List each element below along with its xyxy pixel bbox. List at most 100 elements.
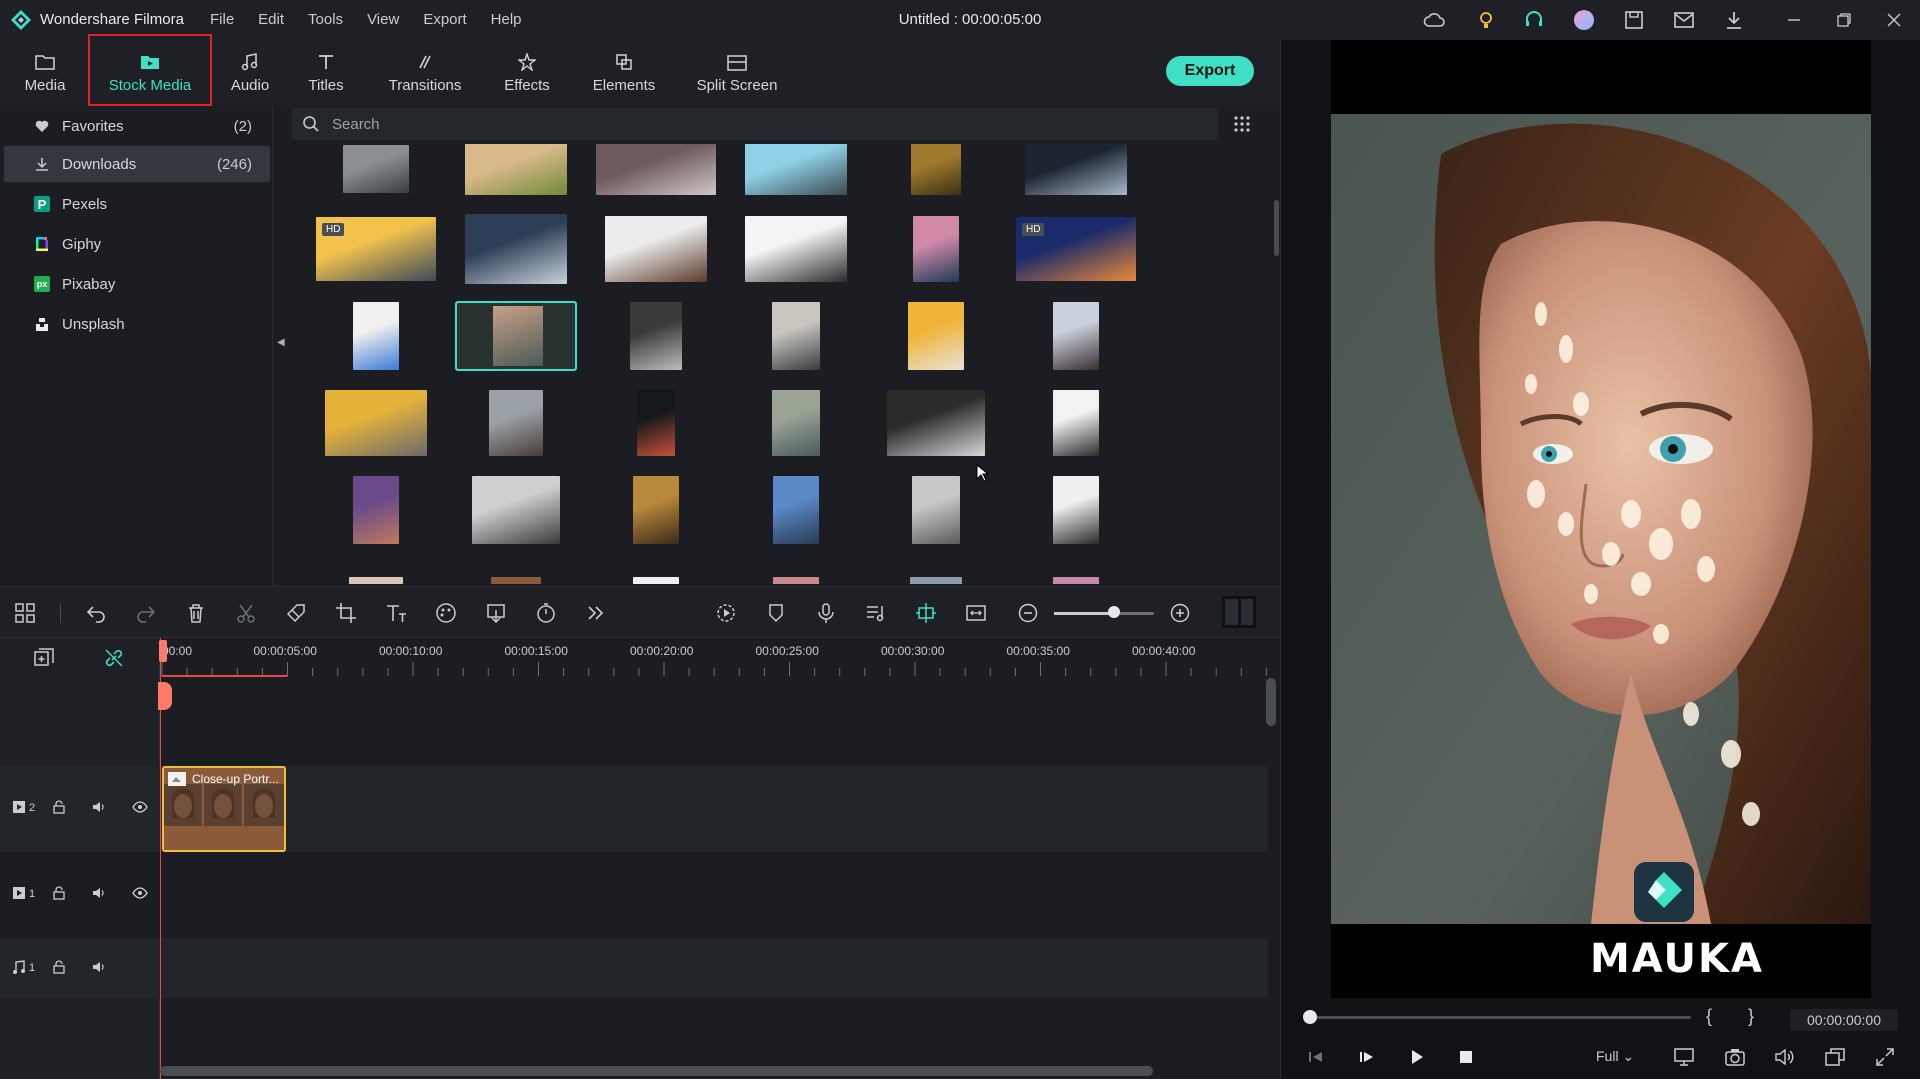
lock-icon[interactable] [52, 800, 92, 817]
marker-icon[interactable] [764, 601, 788, 625]
thumb-city-street[interactable] [489, 390, 543, 456]
tag-icon[interactable] [284, 601, 308, 625]
thumb-camera-hands[interactable] [772, 302, 820, 370]
thumb-motion-crowd[interactable] [472, 476, 560, 544]
thumb-dark-figure[interactable] [1025, 144, 1127, 195]
pip-icon[interactable] [1824, 1046, 1846, 1068]
thumb-portrait-woman[interactable] [455, 301, 577, 371]
thumb-row6-d[interactable] [773, 577, 819, 584]
display-icon[interactable] [1673, 1046, 1695, 1068]
cut-icon[interactable] [234, 601, 258, 625]
menu-tools[interactable]: Tools [308, 11, 343, 28]
redo-icon[interactable] [134, 601, 158, 625]
close-icon[interactable] [1882, 8, 1906, 32]
link-icon[interactable] [102, 646, 126, 670]
speaker-icon[interactable] [92, 960, 132, 977]
thumb-blurred-object[interactable] [596, 144, 716, 195]
grid-view-icon[interactable] [1232, 114, 1252, 134]
bulb-icon[interactable] [1474, 8, 1498, 32]
cloud-icon[interactable] [1422, 8, 1446, 32]
timeline-ruler[interactable]: 00:00 00:00:05:00 00:00:10:00 00:00:15:00 00… [160, 638, 1268, 680]
zoom-slider-knob[interactable] [1108, 606, 1120, 618]
menu-file[interactable]: File [210, 11, 234, 28]
delete-icon[interactable] [184, 601, 208, 625]
timeline-horizontal-scrollbar[interactable] [160, 1066, 1153, 1076]
thumb-autumn-trees[interactable] [911, 144, 961, 195]
more-icon[interactable] [584, 601, 608, 625]
thumb-row6-c[interactable] [633, 577, 679, 584]
thumb-tshirt-man[interactable] [1053, 390, 1099, 456]
thumb-yellow-dress[interactable] [908, 302, 964, 370]
thumb-woman-boots[interactable] [353, 476, 399, 544]
media-grid-scrollbar[interactable] [1274, 200, 1279, 256]
thumb-forest-dancer[interactable] [887, 390, 985, 456]
thumb-building-night[interactable] [1053, 302, 1099, 370]
sidebar-item-downloads[interactable]: Downloads (246) [4, 146, 270, 182]
speaker-icon[interactable] [92, 886, 132, 903]
render-icon[interactable] [714, 601, 738, 625]
play-frame-icon[interactable] [1356, 1046, 1378, 1068]
headset-icon[interactable] [1522, 8, 1546, 32]
speaker-icon[interactable] [92, 800, 132, 817]
zoom-out-icon[interactable] [1016, 601, 1040, 625]
thumb-woman-smiling[interactable] [465, 144, 567, 195]
tab-media[interactable]: Media [14, 40, 76, 106]
add-track-icon[interactable] [32, 646, 56, 670]
zoom-slider[interactable] [1054, 612, 1154, 615]
snap-icon[interactable] [914, 601, 938, 625]
thumb-girl-hat-bw[interactable] [1053, 476, 1099, 544]
tab-effects[interactable]: Effects [492, 40, 562, 106]
thumb-surfer-sunset[interactable]: HD [316, 217, 436, 281]
mail-icon[interactable] [1672, 8, 1696, 32]
thumb-couple-bench[interactable] [772, 390, 820, 456]
thumb-cassette[interactable] [745, 216, 847, 282]
panel-layout-button[interactable] [1222, 596, 1256, 628]
lock-icon[interactable] [52, 960, 92, 977]
playback-scrubber[interactable] [1311, 1016, 1691, 1019]
thumb-street-sign-bw[interactable] [630, 302, 682, 370]
stop-icon[interactable] [1455, 1046, 1477, 1068]
eye-icon[interactable] [132, 887, 172, 902]
menu-view[interactable]: View [367, 11, 399, 28]
thumb-desk-monitor[interactable] [465, 214, 567, 284]
playhead-handle[interactable] [159, 640, 167, 662]
zoom-in-icon[interactable] [1168, 601, 1192, 625]
thumb-yellow-beetle[interactable] [325, 390, 427, 456]
microphone-icon[interactable] [814, 601, 838, 625]
volume-icon[interactable] [1774, 1046, 1796, 1068]
thumb-kaleidoscope[interactable]: HD [1016, 217, 1136, 281]
mark-out-button[interactable]: } [1748, 1006, 1754, 1027]
tab-titles[interactable]: Titles [296, 40, 356, 106]
thumb-microphone[interactable] [745, 144, 847, 195]
thumb-two-women[interactable] [353, 302, 399, 370]
sidebar-item-pixabay[interactable]: px Pixabay [4, 266, 270, 302]
mask-icon[interactable] [484, 601, 508, 625]
sidebar-item-giphy[interactable]: Giphy [4, 226, 270, 262]
thumb-woman-plant[interactable] [633, 476, 679, 544]
previous-frame-icon[interactable] [1305, 1046, 1327, 1068]
speed-icon[interactable] [534, 601, 558, 625]
search-input[interactable] [332, 112, 1192, 136]
thumb-underwater-diver[interactable] [913, 216, 959, 282]
fit-icon[interactable] [964, 601, 988, 625]
quality-select[interactable]: Full ⌄ [1596, 1048, 1634, 1065]
fullscreen-icon[interactable] [1874, 1046, 1896, 1068]
color-icon[interactable] [434, 601, 458, 625]
menu-export[interactable]: Export [423, 11, 466, 28]
tab-stock-media[interactable]: Stock Media [94, 40, 206, 106]
tab-transitions[interactable]: Transitions [378, 40, 472, 106]
export-button[interactable]: Export [1166, 56, 1254, 86]
mark-in-button[interactable]: { [1706, 1006, 1712, 1027]
menu-edit[interactable]: Edit [258, 11, 284, 28]
play-icon[interactable] [1406, 1046, 1428, 1068]
timeline-vertical-scrollbar[interactable] [1266, 678, 1276, 726]
thumb-street-bw[interactable] [343, 145, 409, 193]
thumb-row6-e[interactable] [910, 577, 962, 584]
sidebar-item-unsplash[interactable]: Unsplash [4, 306, 270, 342]
thumb-man-denim[interactable] [773, 476, 819, 544]
thumb-dancer-bw[interactable] [912, 476, 960, 544]
playhead-marker[interactable] [158, 682, 172, 710]
lock-icon[interactable] [52, 886, 92, 903]
undo-icon[interactable] [84, 601, 108, 625]
avatar-icon[interactable] [1572, 8, 1596, 32]
